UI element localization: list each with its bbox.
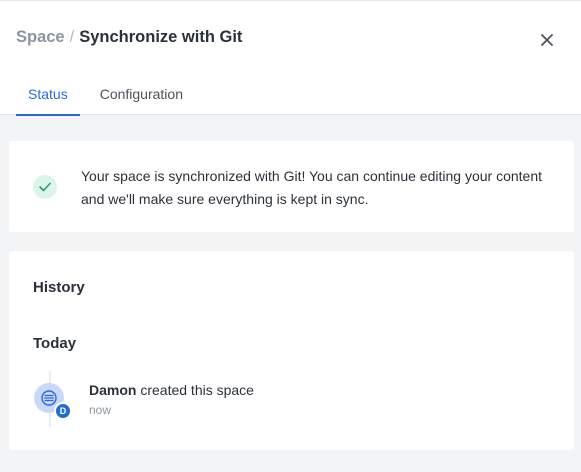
history-card: History Today D Damon created this space… [9, 251, 574, 450]
history-event: Damon created this space [89, 382, 254, 398]
page-title: Synchronize with Git [79, 28, 243, 46]
sync-status-card: Your space is synchronized with Git! You… [9, 141, 574, 232]
event-user[interactable]: Damon [89, 382, 136, 398]
close-icon [541, 34, 553, 46]
breadcrumb: Space / Synchronize with Git [16, 28, 242, 47]
tab-configuration[interactable]: Configuration [88, 85, 195, 115]
tab-status[interactable]: Status [16, 85, 80, 116]
day-heading: Today [33, 335, 77, 352]
history-heading: History [33, 279, 85, 296]
tab-bar: Status Configuration [16, 85, 195, 116]
breadcrumb-parent[interactable]: Space [16, 28, 65, 47]
checkmark-icon [39, 182, 51, 192]
breadcrumb-separator: / [69, 28, 75, 46]
event-action: created this space [140, 382, 254, 398]
git-sync-modal: Space / Synchronize with Git Status Conf… [0, 0, 581, 472]
sync-status-message: Your space is synchronized with Git! You… [81, 168, 542, 207]
success-badge [33, 175, 57, 199]
modal-header: Space / Synchronize with Git Status Conf… [0, 1, 581, 116]
event-timestamp: now [89, 403, 112, 417]
close-button[interactable] [537, 30, 557, 50]
user-avatar-badge: D [54, 402, 72, 420]
space-icon [41, 390, 57, 406]
